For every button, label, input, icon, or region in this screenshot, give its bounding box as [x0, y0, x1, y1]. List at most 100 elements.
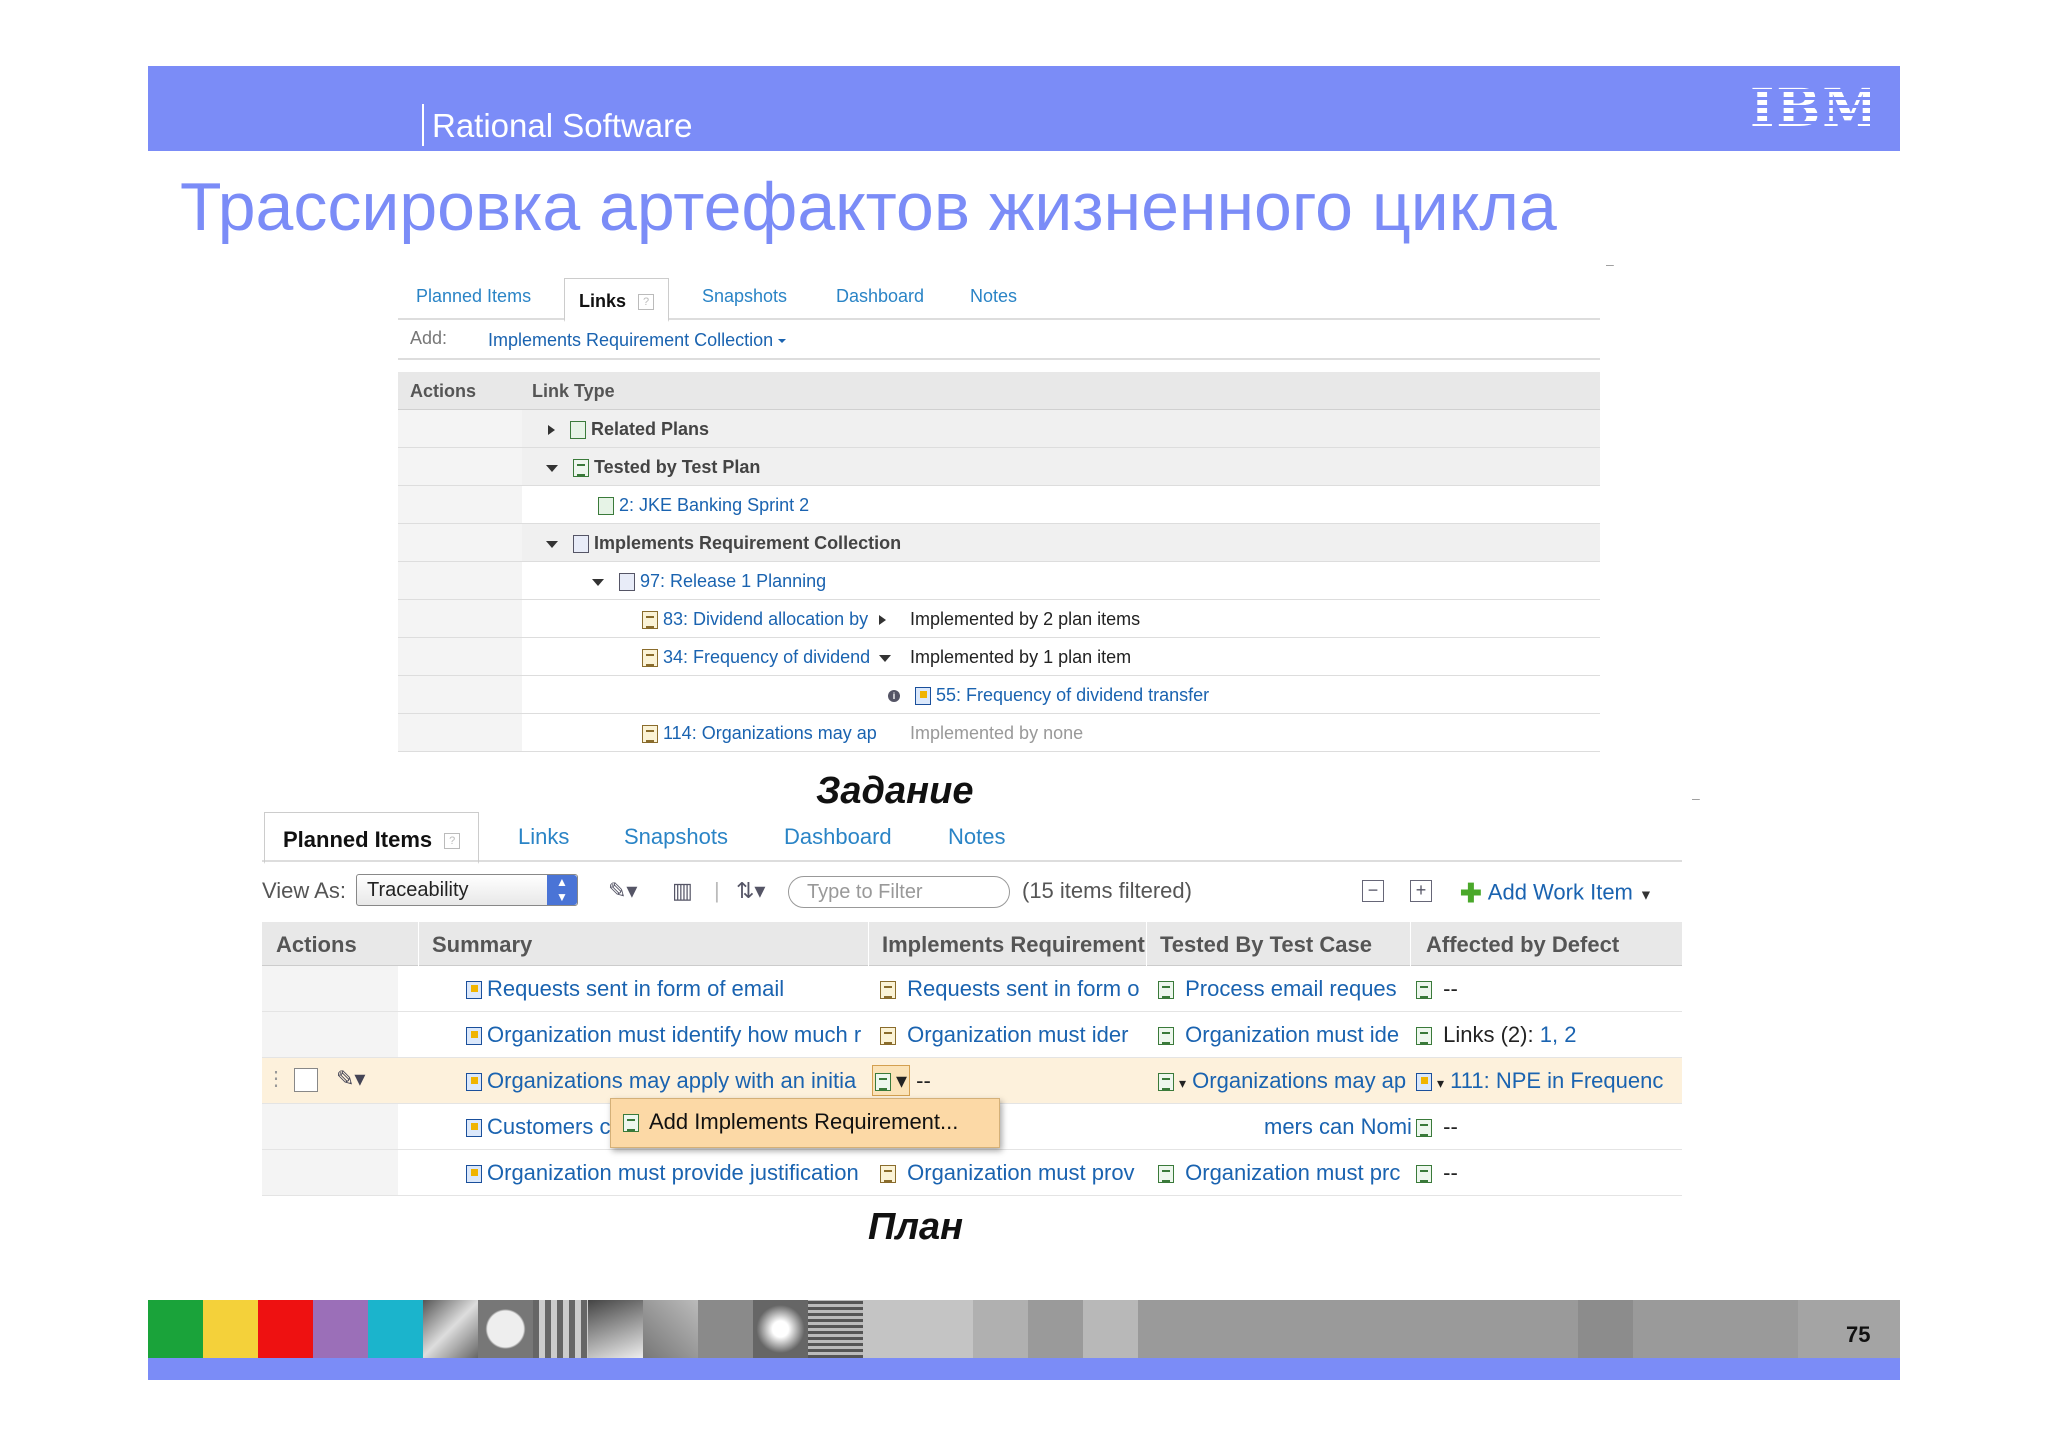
collapse-all-icon[interactable]: − — [1362, 880, 1384, 902]
add-link-dropdown[interactable]: Implements Requirement Collection — [488, 330, 787, 351]
collapse-icon[interactable] — [879, 654, 892, 662]
requirement-icon — [642, 649, 658, 668]
link-type-label: Implements Requirement Collection — [594, 533, 902, 553]
tab-dashboard[interactable]: Dashboard — [836, 286, 924, 307]
context-menu-add-implements-requirement[interactable]: Add Implements Requirement... — [610, 1098, 1000, 1148]
defect-link[interactable]: 111: NPE in Frequenc — [1450, 1068, 1663, 1093]
help-icon[interactable]: ? — [444, 833, 461, 850]
defect-value: -- — [1443, 1114, 1458, 1139]
tab-links[interactable]: Links — [518, 824, 569, 850]
expand-all-icon[interactable]: + — [1410, 880, 1432, 902]
sort-icon[interactable]: ⇅▾ — [736, 878, 765, 904]
test-case-link[interactable]: Organization must prc — [1185, 1160, 1400, 1185]
requirement-icon — [642, 611, 658, 630]
footer-bar — [148, 1358, 1900, 1380]
chevron-down-icon — [778, 339, 787, 344]
table-row: Organization must provide justification … — [262, 1150, 1682, 1196]
test-case-icon — [1158, 981, 1174, 1000]
table-header: Actions Link Type — [398, 372, 1600, 410]
table-row: 83: Dividend allocation by Implemented b… — [398, 600, 1600, 638]
toolbar-separator: | — [714, 878, 720, 903]
summary-link[interactable]: Organizations may apply with an initia — [487, 1068, 856, 1093]
tab-dashboard[interactable]: Dashboard — [784, 824, 892, 850]
link-type-label: Tested by Test Plan — [594, 457, 761, 477]
requirement-icon — [880, 981, 896, 1000]
collapse-icon[interactable] — [546, 540, 558, 548]
tab-links[interactable]: Links? — [564, 278, 670, 322]
table-row: 2: JKE Banking Sprint 2 — [398, 486, 1600, 524]
divider-mark: – — [1606, 256, 1614, 272]
plan-link[interactable]: 2: JKE Banking Sprint 2 — [619, 495, 809, 515]
view-as-select[interactable]: Traceability ▲ ▼ — [356, 874, 578, 906]
toolbar: View As: Traceability ▲ ▼ ✎▾ ▥ | ⇅▾ Type t… — [262, 862, 1682, 920]
add-label: Add: — [410, 328, 448, 348]
work-item-link[interactable]: 55: Frequency of dividend transfer — [936, 685, 1209, 705]
link-type-table: Actions Link Type Related Plans Tested b… — [398, 372, 1600, 752]
summary-link[interactable]: Organization must provide justification — [487, 1160, 859, 1185]
work-item-icon — [915, 687, 932, 706]
columns-icon[interactable]: ▥ — [672, 878, 693, 904]
filter-input[interactable]: Type to Filter — [788, 876, 1010, 908]
help-icon[interactable]: ? — [638, 294, 655, 311]
tab-snapshots[interactable]: Snapshots — [702, 286, 787, 307]
collection-link[interactable]: 97: Release 1 Planning — [640, 571, 826, 591]
test-case-link[interactable]: Organizations may ap — [1192, 1068, 1406, 1093]
expand-icon[interactable] — [879, 615, 887, 626]
summary-link[interactable]: Requests sent in form of email — [487, 976, 784, 1001]
implemented-status: Implemented by 1 plan item — [910, 647, 1132, 667]
color-block — [148, 1300, 203, 1358]
filtered-count: (15 items filtered) — [1022, 878, 1192, 903]
column-header-tested-by: Tested By Test Case — [1160, 932, 1372, 957]
edit-icon[interactable]: ✎▾ — [608, 878, 637, 904]
tab-notes[interactable]: Notes — [948, 824, 1005, 850]
tab-planned-items[interactable]: Planned Items — [416, 286, 531, 307]
photo-block — [478, 1300, 533, 1358]
tab-bar: Planned Items? Links Snapshots Dashboard… — [262, 810, 1682, 864]
slide-title: Трассировка артефактов жизненного цикла — [180, 169, 1557, 245]
add-work-item-button[interactable]: ✚ Add Work Item ▼ — [1460, 878, 1653, 909]
photo-block — [533, 1300, 588, 1358]
expand-icon[interactable] — [548, 425, 555, 436]
table-row: Requests sent in form of email Requests … — [262, 966, 1682, 1012]
defect-links[interactable]: 1, 2 — [1540, 1022, 1577, 1047]
collection-icon — [619, 573, 636, 592]
table-header: Actions Summary Implements Requirement T… — [262, 922, 1682, 966]
gray-block — [1083, 1300, 1138, 1358]
select-arrow-icon: ▲ ▼ — [547, 875, 577, 905]
summary-link[interactable]: Organization must identify how much r — [487, 1022, 861, 1047]
collapse-icon[interactable] — [592, 578, 604, 586]
photo-block — [588, 1300, 643, 1358]
color-block — [313, 1300, 368, 1358]
tab-notes[interactable]: Notes — [970, 286, 1017, 307]
tab-snapshots[interactable]: Snapshots — [624, 824, 728, 850]
footer-strip — [148, 1300, 1900, 1358]
requirement-link[interactable]: 83: Dividend allocation by — [663, 609, 868, 629]
photo-block — [643, 1300, 698, 1358]
tab-planned-items[interactable]: Planned Items? — [264, 812, 480, 864]
requirement-link[interactable]: Organization must ider — [907, 1022, 1128, 1047]
test-case-link[interactable]: Organization must ide — [1185, 1022, 1399, 1047]
test-plan-icon — [573, 459, 590, 478]
test-case-link[interactable]: Process email reques — [1185, 976, 1397, 1001]
slide: Rational Software IBM Трассировка артефа… — [0, 0, 2048, 1448]
add-link-icon[interactable] — [1416, 1027, 1432, 1046]
requirement-link[interactable]: Organization must prov — [907, 1160, 1134, 1185]
requirement-link[interactable]: 114: Organizations may ap — [663, 723, 877, 743]
add-link-icon[interactable] — [1416, 1119, 1432, 1138]
traceability-table: Actions Summary Implements Requirement T… — [262, 922, 1682, 1196]
requirement-icon — [880, 1165, 896, 1184]
requirement-link[interactable]: 34: Frequency of dividend — [663, 647, 870, 667]
photo-block — [808, 1300, 863, 1358]
collapse-icon[interactable] — [546, 464, 558, 472]
plan-panel: Planned Items? Links Snapshots Dashboard… — [262, 810, 1682, 1210]
test-case-link[interactable]: mers can Nomir — [1264, 1114, 1412, 1139]
row-checkbox[interactable] — [294, 1068, 318, 1092]
defect-value: -- — [1443, 1160, 1458, 1185]
add-link-icon[interactable] — [1416, 1165, 1432, 1184]
add-requirement-button[interactable]: ▾ — [872, 1065, 911, 1096]
table-row: Related Plans — [398, 410, 1600, 448]
requirement-link[interactable]: Requests sent in form o — [907, 976, 1139, 1001]
view-as-label: View As: — [262, 878, 346, 903]
add-link-icon[interactable] — [1416, 981, 1432, 1000]
edit-icon[interactable]: ✎▾ — [336, 1066, 365, 1092]
